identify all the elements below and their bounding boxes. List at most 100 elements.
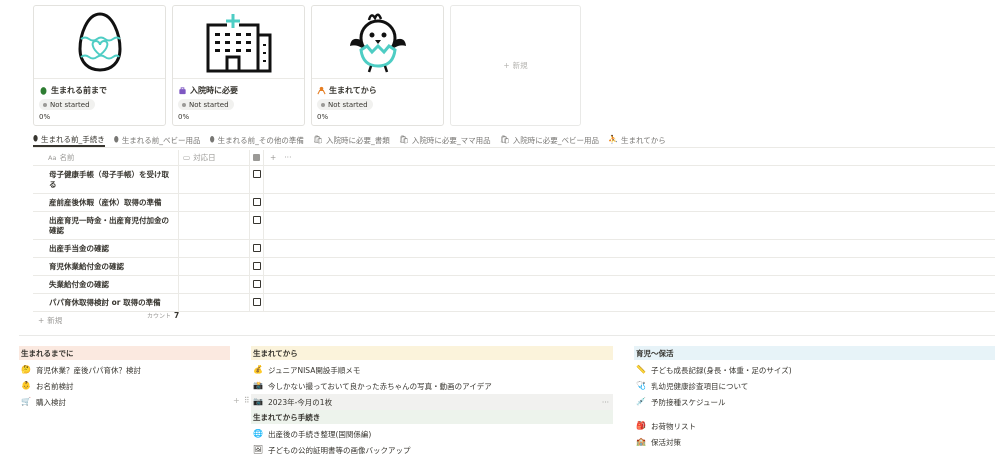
status-text: Not started — [189, 100, 229, 109]
tab-label: 生まれる前_手続き — [41, 134, 105, 144]
tab-label: 生まれてから — [621, 135, 666, 145]
tab-hospital-baby[interactable]: 🛍 入院時に必要_ベビー用品 — [500, 133, 599, 147]
table-row[interactable]: 母子健康手帳（母子手帳）を受け取る — [33, 166, 995, 194]
camera-icon: 📷 — [253, 397, 263, 406]
more-options-button[interactable]: ··· — [602, 398, 609, 407]
calendar-icon: ▭ — [183, 153, 191, 162]
row-date[interactable] — [179, 212, 250, 239]
row-checkbox-cell — [250, 258, 264, 275]
drag-handle-icon[interactable]: ⠿ — [244, 396, 250, 405]
row-checkbox[interactable] — [252, 170, 261, 178]
plus-icon[interactable]: + — [233, 396, 240, 405]
column-header-name[interactable]: Aa 名前 — [33, 150, 179, 165]
bag-icon: 🛍 — [499, 135, 510, 144]
list-item-label: 出産後の手続き整理(国関係編) — [268, 429, 372, 439]
progress-text: 0% — [178, 113, 190, 121]
list-item[interactable]: 👶 お名前検討 — [19, 378, 230, 394]
tab-label: 入院時に必要_ベビー用品 — [512, 135, 600, 145]
card-title-text: 生まれる前まで — [51, 85, 107, 95]
list-item-label: 保活対策 — [651, 437, 681, 447]
row-checkbox[interactable] — [252, 216, 261, 224]
list-item[interactable]: 🌐 出産後の手続き整理(国関係編) — [251, 426, 613, 442]
row-checkbox[interactable] — [252, 280, 261, 288]
list-item[interactable]: 📸 今しかない撮っておいて良かった赤ちゃんの写真・動画のアイデア — [251, 378, 613, 394]
tab-label: 入院時に必要_書類 — [326, 135, 390, 145]
egg-icon: ⬮ — [209, 135, 215, 144]
list-item[interactable]: 🩺 乳幼児健康診査項目について — [634, 378, 995, 394]
tab-label: 入院時に必要_ママ用品 — [411, 135, 491, 145]
table-row[interactable]: パパ育休取得検討 or 取得の準備 — [33, 294, 995, 312]
table-row[interactable]: 育児休業給付金の確認 — [33, 258, 995, 276]
column-header-checkbox[interactable] — [250, 150, 264, 165]
list-item-label: 育児休業？産後パパ育休？検討 — [36, 365, 141, 375]
more-options-button[interactable]: ··· — [284, 153, 291, 162]
tab-before-birth-baby-goods[interactable]: ⬮ 生まれる前_ベビー用品 — [114, 133, 201, 147]
gallery-card-hospital[interactable]: 入院時に必要 Not started 0% — [172, 5, 305, 126]
list-item[interactable]: 🎒 お荷物リスト — [634, 418, 995, 434]
tab-hospital-documents[interactable]: 🛍 入院時に必要_書類 — [313, 133, 390, 147]
tab-before-birth-procedures[interactable]: ⬮ 生まれる前_手続き — [33, 133, 105, 147]
tab-after-birth[interactable]: ⛹ 生まれてから — [608, 133, 666, 147]
new-card-button[interactable]: + 新規 — [450, 5, 581, 126]
row-date[interactable] — [179, 240, 250, 257]
list-item[interactable]: 💉 予防接種スケジュール — [634, 394, 995, 410]
table-row[interactable]: 出産育児一時金・出産育児付加金の確認 — [33, 212, 995, 240]
list-item-label: 子どもの公的証明書等の画像バックアップ — [268, 445, 411, 455]
card-title: 生まれてから — [317, 84, 438, 96]
row-checkbox[interactable] — [252, 198, 261, 206]
list-item[interactable]: 🤔 育児休業？産後パパ育休？検討 — [19, 362, 230, 378]
list-item[interactable]: 📷 2023年-今月の1枚 ··· — [251, 394, 613, 410]
row-date[interactable] — [179, 166, 250, 193]
list-item[interactable]: 💰 ジュニアNISA開設手順メモ — [251, 362, 613, 378]
table-row[interactable]: 出産手当金の確認 — [33, 240, 995, 258]
list-item[interactable]: 🏫 保活対策 — [634, 434, 995, 450]
row-date[interactable] — [179, 294, 250, 311]
text-property-icon: Aa — [48, 153, 57, 162]
row-name[interactable]: 出産育児一時金・出産育児付加金の確認 — [33, 212, 179, 239]
card-title-text: 入院時に必要 — [190, 85, 238, 95]
count-value: 7 — [174, 311, 180, 320]
syringe-icon: 💉 — [636, 397, 646, 406]
view-tabs: ⬮ 生まれる前_手続き ⬮ 生まれる前_ベビー用品 ⬮ 生まれる前_その他の準備 🛍 入… — [33, 133, 995, 148]
camera-flash-icon: 📸 — [253, 381, 263, 390]
row-count[interactable]: カウント 7 — [147, 311, 179, 320]
row-checkbox-cell — [250, 294, 264, 311]
row-name[interactable]: 産前産後休暇（産休）取得の準備 — [33, 194, 179, 211]
list-item-label: 子ども成長記録(身長・体重・足のサイズ) — [651, 365, 792, 375]
list-item-label: 購入検討 — [36, 397, 66, 407]
new-card-label: 新規 — [512, 61, 528, 70]
new-row-label: 新規 — [47, 316, 63, 325]
card-cover — [173, 6, 304, 79]
row-name[interactable]: パパ育休取得検討 or 取得の準備 — [33, 294, 179, 311]
list-item[interactable]: 🛒 購入検討 — [19, 394, 230, 410]
row-date[interactable] — [179, 258, 250, 275]
tab-before-birth-other[interactable]: ⬮ 生まれる前_その他の準備 — [210, 133, 304, 147]
tasks-table: Aa 名前 ▭ 対応日 + ··· 母子健康手帳（母子手帳）を受け取る 産前産後休暇（… — [33, 150, 995, 329]
gallery-card-after-birth[interactable]: 生まれてから Not started 0% — [311, 5, 444, 126]
row-name[interactable]: 母子健康手帳（母子手帳）を受け取る — [33, 166, 179, 193]
list-item-label: 今しかない撮っておいて良かった赤ちゃんの写真・動画のアイデア — [268, 381, 492, 391]
status-badge: Not started — [317, 99, 373, 110]
row-checkbox[interactable] — [252, 298, 261, 306]
row-checkbox-cell — [250, 276, 264, 293]
row-checkbox[interactable] — [252, 262, 261, 270]
row-checkbox[interactable] — [252, 244, 261, 252]
row-name[interactable]: 出産手当金の確認 — [33, 240, 179, 257]
table-row[interactable]: 産前産後休暇（産休）取得の準備 — [33, 194, 995, 212]
ruler-icon: 📏 — [636, 365, 646, 374]
tab-hospital-mama[interactable]: 🛍 入院時に必要_ママ用品 — [399, 133, 491, 147]
row-date[interactable] — [179, 276, 250, 293]
gallery-card-before-birth[interactable]: 生まれる前まで Not started 0% — [33, 5, 166, 126]
shopping-cart-icon: 🛒 — [21, 397, 31, 406]
row-name[interactable]: 失業給付金の確認 — [33, 276, 179, 293]
table-row[interactable]: 失業給付金の確認 — [33, 276, 995, 294]
row-date[interactable] — [179, 194, 250, 211]
checkbox-icon — [253, 154, 260, 161]
add-property-button[interactable]: + — [270, 153, 276, 162]
list-item[interactable]: 📏 子ども成長記録(身長・体重・足のサイズ) — [634, 362, 995, 378]
list-item[interactable]: 🖼 子どもの公的証明書等の画像バックアップ — [251, 442, 613, 458]
baby-face-icon: 👶 — [21, 381, 31, 390]
block-drag-handle[interactable]: + ⠿ — [233, 396, 250, 405]
row-name[interactable]: 育児休業給付金の確認 — [33, 258, 179, 275]
column-header-date[interactable]: ▭ 対応日 — [179, 150, 250, 165]
